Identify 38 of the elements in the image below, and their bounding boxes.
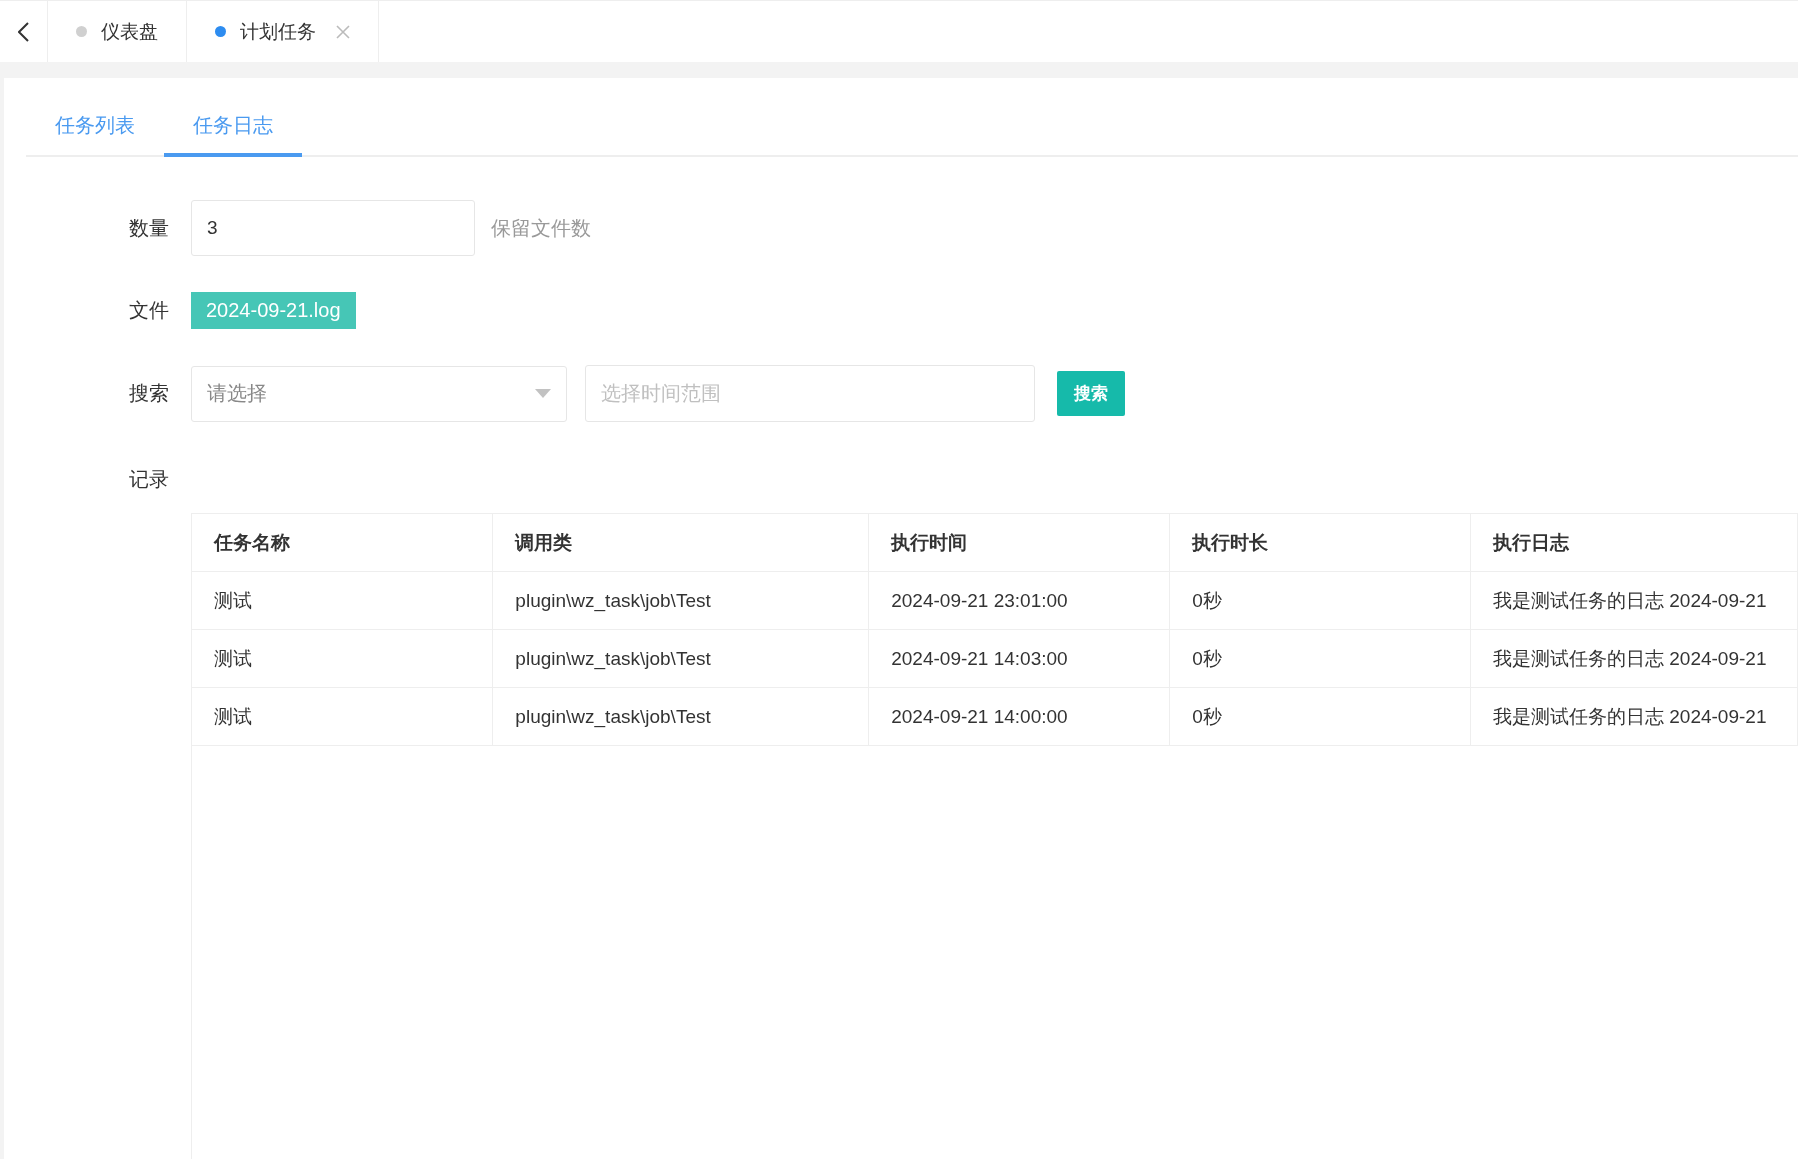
column-header: 执行时间 — [868, 513, 1170, 572]
table-cell: 2024-09-21 23:01:00 — [868, 571, 1170, 630]
column-header: 调用类 — [492, 513, 869, 572]
table-cell: 测试 — [192, 571, 493, 630]
caret-icon — [535, 389, 551, 398]
table-cell: plugin\wz_task\job\Test — [492, 629, 869, 688]
table-cell: plugin\wz_task\job\Test — [492, 571, 869, 630]
section-tab[interactable]: 任务列表 — [26, 100, 164, 157]
tab-label: 仪表盘 — [101, 19, 158, 44]
column-header: 任务名称 — [192, 513, 493, 572]
select-dropdown[interactable]: 请选择 — [191, 365, 567, 422]
table-cell: 0秒 — [1169, 629, 1471, 688]
table-cell: 0秒 — [1169, 571, 1471, 630]
table-cell: 2024-09-21 14:03:00 — [868, 629, 1170, 688]
file-tag[interactable]: 2024-09-21.log — [191, 292, 356, 329]
table-cell: 测试 — [192, 629, 493, 688]
search-button[interactable]: 搜索 — [1057, 371, 1125, 416]
table-cell: 2024-09-21 14:00:00 — [868, 687, 1170, 746]
count-input[interactable]: 3 — [191, 200, 475, 256]
hint-text: 保留文件数 — [491, 215, 591, 241]
table-cell: 我是测试任务的日志 2024-09-21 — [1470, 687, 1798, 746]
section-tab[interactable]: 任务日志 — [164, 100, 302, 157]
field-label: 搜索 — [128, 381, 170, 406]
select-placeholder: 请选择 — [207, 381, 267, 406]
close-icon[interactable] — [336, 24, 350, 39]
column-header: 执行日志 — [1470, 513, 1798, 572]
chevron-left-icon — [18, 21, 29, 42]
field-label: 文件 — [128, 298, 170, 323]
table-cell: 我是测试任务的日志 2024-09-21 — [1470, 629, 1798, 688]
table-cell: plugin\wz_task\job\Test — [492, 687, 869, 746]
table-cell: 测试 — [192, 687, 493, 746]
table-cell: 我是测试任务的日志 2024-09-21 — [1470, 571, 1798, 630]
field-label: 数量 — [128, 215, 170, 241]
date-range-input[interactable]: 选择时间范围 — [585, 365, 1035, 422]
field-label: 记录 — [128, 467, 170, 492]
column-header: 执行时长 — [1169, 513, 1471, 572]
tab-label: 计划任务 — [240, 19, 316, 44]
table-cell: 0秒 — [1169, 687, 1471, 746]
